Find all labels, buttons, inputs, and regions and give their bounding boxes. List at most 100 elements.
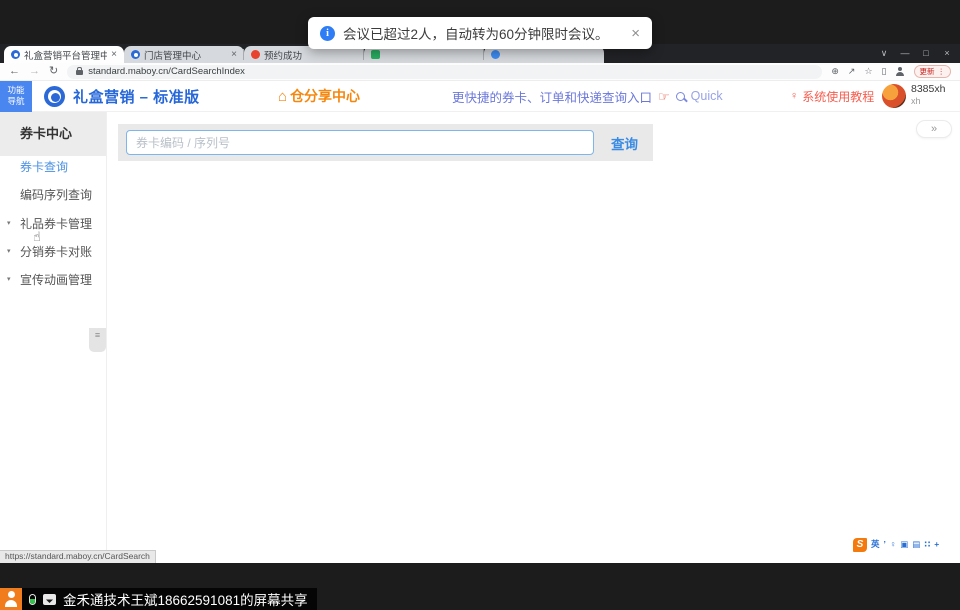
quick-search-entry[interactable]: 更快捷的券卡、订单和快递查询入口 ☞ Quick: [452, 87, 723, 106]
pointing-hand-icon: ☞: [658, 90, 670, 103]
tutorial-label: 系统使用教程: [802, 88, 874, 105]
tab-favicon-blue-icon: [11, 50, 20, 59]
minimize-icon[interactable]: —: [900, 48, 910, 59]
sogou-logo-icon[interactable]: S: [853, 538, 867, 552]
ime-toolbar: S 英 ’ ♀ ▣ ▤ ∷ +: [853, 537, 939, 552]
tab-close-icon[interactable]: ×: [111, 50, 117, 60]
toast-message: 会议已超过2人，自动转为60分钟限时会议。: [343, 23, 623, 43]
browser-window: 礼盒营销平台管理中心 × 门店管理中心 × 预约成功 ∨: [0, 44, 960, 563]
warehouse-icon: ⌂: [278, 89, 287, 104]
screen-share-bar: 金禾通技术王斌18662591081的屏幕共享: [22, 588, 317, 610]
side-panel-icon[interactable]: ▯: [882, 67, 887, 76]
panel-collapse-button[interactable]: »: [916, 120, 952, 138]
toast-close-icon[interactable]: ×: [631, 26, 640, 41]
update-label: 更新: [920, 66, 935, 77]
app-title: 礼盒营销 – 标准版: [73, 86, 200, 107]
chevron-down-icon: ▾: [7, 239, 11, 265]
chrome-update-button[interactable]: 更新 ⋮: [914, 65, 952, 78]
profile-icon[interactable]: [896, 67, 905, 76]
app-header: 功能 导航 礼盒营销 – 标准版 ⌂ 仓分享中心 更快捷的券卡、订单和快递查询入…: [0, 81, 960, 112]
maximize-icon[interactable]: □: [921, 48, 931, 59]
microphone-icon[interactable]: [29, 594, 36, 605]
username-sub: xh: [911, 96, 945, 107]
tab-search-dropdown-icon[interactable]: ∨: [879, 48, 889, 59]
handle-lines-icon: ≡: [95, 330, 100, 340]
nav-toggle-line2: 导航: [7, 96, 24, 107]
lock-icon: [76, 70, 83, 75]
pin-icon: ♀: [790, 91, 798, 102]
browser-toolbar: ← → ↻ standard.maboy.cn/CardSearchIndex …: [0, 63, 960, 81]
double-chevron-right-icon: »: [931, 123, 937, 135]
main-content: 查询 »: [107, 112, 960, 563]
sidebar-item-label: 编码序列查询: [20, 188, 92, 202]
address-bar[interactable]: standard.maboy.cn/CardSearchIndex: [67, 65, 822, 79]
sidebar-item-distribution-card-reconcile[interactable]: ▾ 分销券卡对账: [0, 239, 107, 265]
sidebar-item-card-search[interactable]: 券卡查询: [0, 154, 107, 180]
quick-entry-tip: 更快捷的券卡、订单和快递查询入口: [452, 87, 652, 106]
presenter-icon[interactable]: [0, 588, 22, 610]
desktop: 礼盒营销平台管理中心 × 门店管理中心 × 预约成功 ∨: [0, 0, 960, 610]
ime-icon-keyboard[interactable]: ▤: [912, 540, 920, 549]
function-nav-button[interactable]: 功能 导航: [0, 81, 32, 112]
app-logo-icon: [44, 86, 65, 107]
tab-store-admin[interactable]: 门店管理中心 ×: [124, 46, 244, 63]
tab-favicon-lightblue-icon: [491, 50, 500, 59]
ime-icon-punct[interactable]: ’: [884, 540, 886, 549]
forward-icon[interactable]: →: [29, 66, 40, 77]
tab-title: 礼盒营销平台管理中心: [24, 48, 107, 62]
quick-label: Quick: [691, 89, 723, 103]
ime-icon-toolbox[interactable]: +: [934, 540, 939, 549]
window-controls: ∨ — □ ×: [879, 48, 952, 59]
sidebar-item-label: 分销券卡对账: [20, 245, 92, 259]
card-search-input[interactable]: [126, 130, 594, 155]
search-icon: [676, 92, 685, 101]
page-url: standard.maboy.cn/CardSearchIndex: [88, 66, 245, 77]
sidebar-item-code-sequence-search[interactable]: 编码序列查询: [0, 182, 107, 208]
ime-icon-mic[interactable]: ♀: [890, 540, 896, 549]
back-icon[interactable]: ←: [9, 66, 20, 77]
warehouse-share-center-link[interactable]: ⌂ 仓分享中心: [278, 86, 360, 106]
tab-favicon-blue-icon: [131, 50, 140, 59]
screen-share-taskbar: 金禾通技术王斌18662591081的屏幕共享: [0, 588, 317, 610]
screen-share-label: 金禾通技术王斌18662591081的屏幕共享: [63, 589, 308, 609]
close-window-icon[interactable]: ×: [942, 48, 952, 59]
ime-icon-grid[interactable]: ∷: [924, 540, 930, 549]
tab-gift-admin[interactable]: 礼盒营销平台管理中心 ×: [4, 46, 124, 63]
sidebar-item-gift-card-management[interactable]: ▾ 礼品券卡管理: [0, 211, 107, 237]
sidebar-item-label: 礼品券卡管理: [20, 217, 92, 231]
screen-share-icon[interactable]: [43, 594, 56, 605]
app-body: 券卡中心 券卡查询 编码序列查询 ▾ 礼品券卡管理 ▾ 分销券卡对账 ▾ 宣传: [0, 112, 960, 563]
sidebar-title: 券卡中心: [0, 112, 106, 156]
info-icon: i: [320, 26, 335, 41]
sidebar-item-label: 宣传动画管理: [20, 273, 92, 287]
bookmark-star-icon[interactable]: ☆: [864, 67, 872, 76]
tab-close-icon[interactable]: ×: [231, 50, 237, 60]
tab-favicon-red-icon: [251, 50, 260, 59]
sidebar-item-label: 券卡查询: [20, 160, 68, 174]
chevron-down-icon: ▾: [7, 267, 11, 293]
card-search-bar: 查询: [118, 124, 653, 161]
tab-favicon-green-icon: [371, 50, 380, 59]
query-button[interactable]: 查询: [611, 133, 638, 153]
ime-icon-window[interactable]: ▣: [900, 540, 908, 549]
menu-dots-icon[interactable]: ⋮: [938, 67, 946, 76]
sidebar-collapse-handle[interactable]: ≡: [89, 328, 106, 352]
zoom-icon[interactable]: ⊕: [831, 67, 839, 76]
sidebar-item-promo-animation-management[interactable]: ▾ 宣传动画管理: [0, 267, 107, 293]
user-avatar[interactable]: [882, 84, 906, 108]
tab-title: 门店管理中心: [144, 48, 227, 62]
reload-icon[interactable]: ↻: [49, 66, 58, 77]
chevron-down-icon: ▾: [7, 211, 11, 237]
ime-icon-mode[interactable]: 英: [871, 540, 880, 549]
username: 8385xh: [911, 83, 945, 96]
meeting-toast: i 会议已超过2人，自动转为60分钟限时会议。 ×: [308, 17, 652, 49]
mouse-cursor: ☝: [33, 229, 41, 245]
user-info: 8385xh xh: [911, 83, 945, 106]
status-link-tooltip: https://standard.maboy.cn/CardSearch: [0, 550, 156, 563]
share-center-label: 仓分享中心: [290, 86, 360, 106]
share-icon[interactable]: ↗: [848, 67, 856, 76]
system-tutorial-link[interactable]: ♀ 系统使用教程: [790, 88, 874, 105]
toolbar-right: ⊕ ↗ ☆ ▯ 更新 ⋮: [831, 65, 951, 78]
nav-toggle-line1: 功能: [7, 85, 24, 96]
tab-title: 预约成功: [264, 48, 357, 62]
